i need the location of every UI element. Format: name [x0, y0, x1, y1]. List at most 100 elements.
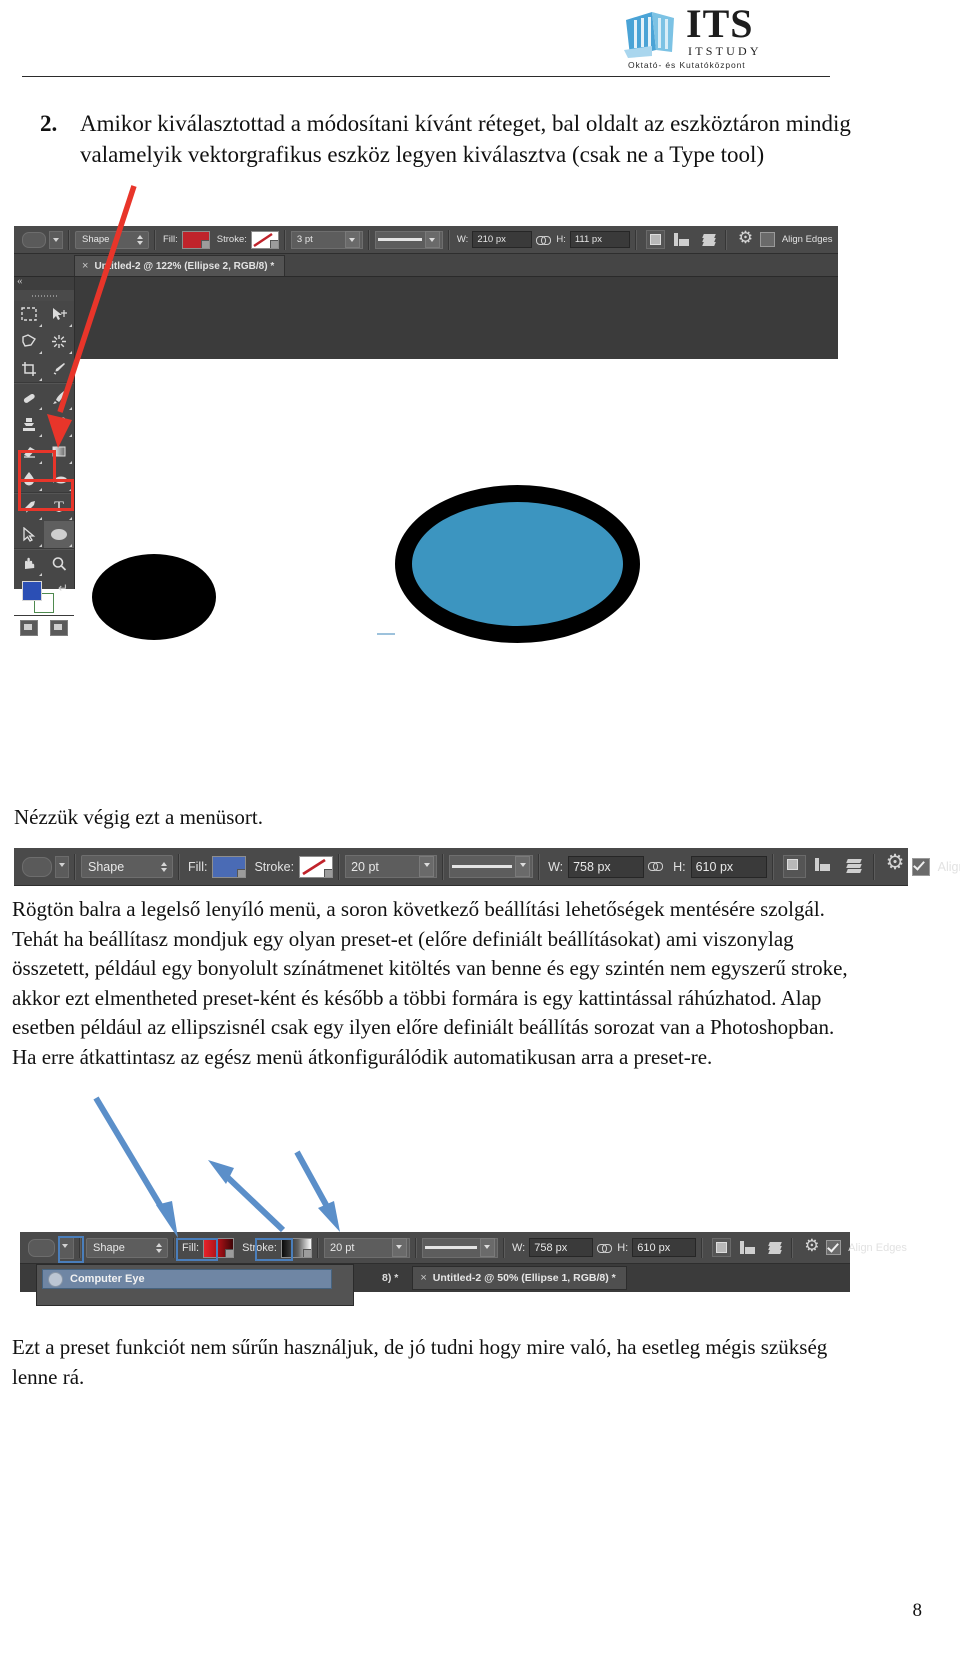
magnifier-icon: [52, 557, 67, 571]
ps2-separator: [872, 853, 875, 880]
ps3-path-operations-icon[interactable]: [712, 1238, 732, 1257]
ps1-path-operations-icon[interactable]: [645, 230, 665, 249]
ps1-link-icon[interactable]: [536, 234, 552, 246]
ps3-preset-item-label: Computer Eye: [70, 1273, 145, 1285]
ps1-tool-history-brush-tool[interactable]: [44, 411, 74, 438]
ps3-preset-list-item[interactable]: Computer Eye: [42, 1269, 332, 1289]
ps1-stroke-style[interactable]: [374, 230, 443, 249]
ps1-tool-zoom-tool[interactable]: [44, 550, 74, 577]
ps3-width-input[interactable]: 758 px: [529, 1238, 594, 1257]
ps2-stroke-swatch[interactable]: [299, 855, 334, 878]
ps1-palette-drag-handle[interactable]: [14, 290, 74, 301]
ps3-stroke-width-chevron-icon[interactable]: [391, 1238, 407, 1257]
ps1-separator: [447, 229, 450, 250]
ps1-stroke-style-chevron-icon[interactable]: [424, 231, 440, 248]
ps1-tool-marquee-tool[interactable]: [14, 301, 44, 328]
ps1-tool-healing-brush-tool[interactable]: [14, 384, 44, 411]
ps1-screen-mode-icon[interactable]: [50, 620, 68, 636]
ps2-separator: [442, 853, 445, 880]
ps3-height-input[interactable]: 610 px: [632, 1238, 697, 1257]
ps1-tool-magic-wand-tool[interactable]: [44, 328, 74, 355]
ps2-stroke-style-chevron-icon[interactable]: [515, 856, 531, 877]
ps2-fill-swatch[interactable]: [212, 855, 247, 878]
ps2-align-edges-checkbox[interactable]: [911, 857, 930, 876]
ps1-palette-collapse-icon[interactable]: [14, 275, 74, 290]
ps3-gear-icon[interactable]: [804, 1237, 820, 1256]
intro-list-item: 2. Amikor kiválasztottad a módosítani kí…: [34, 108, 874, 170]
ps1-tool-eyedropper-tool[interactable]: [44, 355, 74, 382]
ps1-stroke-width[interactable]: 3 pt: [290, 230, 363, 249]
ps2-width-input[interactable]: 758 px: [568, 855, 645, 878]
ps3-stroke-style-chevron-icon[interactable]: [479, 1238, 495, 1257]
ps1-tool-clone-stamp-tool[interactable]: [14, 411, 44, 438]
logo-book-icon: [624, 12, 674, 58]
ps1-tool-palette: T ↵: [14, 275, 75, 636]
ps3-document-tab[interactable]: × Untitled-2 @ 50% (Ellipse 1, RGB/8) *: [412, 1266, 627, 1290]
ps3-path-arrangement-icon[interactable]: [764, 1240, 783, 1256]
clone-stamp-icon: [23, 418, 35, 431]
ps2-link-icon[interactable]: [648, 860, 666, 874]
ps2-gear-icon[interactable]: [886, 854, 906, 877]
ps3-path-alignment-icon[interactable]: [739, 1240, 756, 1256]
ps2-tool-preset-picker[interactable]: [22, 856, 52, 877]
ps3-stroke-style[interactable]: [421, 1237, 498, 1258]
ps3-separator: [502, 1237, 505, 1258]
photoshop-screenshot-1: Shape Fill: Stroke: 3 pt W: 210 px H: 11…: [14, 226, 838, 643]
ps1-gear-icon[interactable]: [738, 229, 754, 248]
ps3-separator: [173, 1237, 175, 1258]
ps1-tab-close-icon[interactable]: ×: [82, 260, 88, 272]
ps1-tool-hand-tool[interactable]: [14, 550, 44, 577]
ps1-fill-swatch[interactable]: [181, 230, 210, 249]
ps1-tool-preset-chevron-icon[interactable]: [49, 230, 63, 249]
ps3-tab-close-icon[interactable]: ×: [420, 1272, 426, 1284]
ps3-tool-preset-picker[interactable]: [28, 1238, 55, 1257]
intro-list-number: 2.: [40, 111, 58, 136]
ps3-link-icon[interactable]: [597, 1242, 613, 1254]
ps3-mode-select[interactable]: Shape: [86, 1237, 168, 1258]
ps1-tool-lasso-tool[interactable]: [14, 328, 44, 355]
ps1-tool-ellipse-tool[interactable]: [44, 521, 74, 548]
ps1-tool-crop-tool[interactable]: [14, 355, 44, 382]
ps2-mode-select[interactable]: Shape: [81, 855, 173, 878]
ps3-preset-dropdown-panel: Computer Eye: [36, 1264, 354, 1306]
ellipse-preset-icon: [48, 1271, 63, 1287]
itstudy-logo: ITS ITSTUDY Oktató- és Kutatóközpont: [622, 2, 852, 70]
ps2-stroke-width-chevron-icon[interactable]: [419, 856, 435, 877]
ps1-width-input[interactable]: 210 px: [472, 231, 533, 248]
ps1-swap-colors-icon[interactable]: ↵: [58, 581, 68, 596]
ps1-stroke-width-chevron-icon[interactable]: [344, 231, 360, 248]
ps3-mode-select-label: Shape: [93, 1241, 125, 1254]
ps1-tool-path-selection-tool[interactable]: [14, 521, 44, 548]
ps1-mode-select[interactable]: Shape: [75, 230, 149, 249]
ps1-height-input[interactable]: 111 px: [569, 231, 630, 248]
ps2-tool-preset-chevron-icon[interactable]: [55, 855, 69, 878]
brush-icon: [53, 391, 65, 404]
ps2-stroke-width[interactable]: 20 pt: [345, 855, 438, 878]
ps1-document-tab[interactable]: × Untitled-2 @ 122% (Ellipse 2, RGB/8) *: [74, 255, 286, 276]
ps2-height-input[interactable]: 610 px: [690, 855, 767, 878]
ps1-path-alignment-icon[interactable]: [673, 232, 690, 248]
ps3-align-edges-checkbox[interactable]: [826, 1240, 842, 1255]
ps1-tool-move-tool[interactable]: [44, 301, 74, 328]
ps1-quick-mask-icon[interactable]: [20, 620, 38, 636]
ps1-tool-preset-picker[interactable]: [22, 231, 46, 248]
ps2-separator: [771, 853, 774, 880]
logo-itstudy-text: ITSTUDY: [688, 44, 762, 58]
ps3-fill-swatch-highlight: [176, 1238, 218, 1261]
footer-paragraph: Ezt a preset funkciót nem sűrűn használj…: [12, 1335, 828, 1389]
ps2-stroke-width-value: 20 pt: [351, 859, 379, 874]
ps3-stroke-width[interactable]: 20 pt: [323, 1237, 410, 1258]
ps2-stroke-style[interactable]: [449, 855, 534, 878]
ps2-separator: [178, 853, 180, 880]
ps1-align-edges-checkbox[interactable]: [759, 232, 775, 247]
ps3-separator: [701, 1237, 704, 1258]
ps1-foreground-color-swatch[interactable]: [22, 581, 42, 601]
intro-list-text: Amikor kiválasztottad a módosítani kíván…: [80, 111, 851, 167]
ps2-path-arrangement-icon[interactable]: [842, 857, 864, 876]
ps2-path-operations-icon[interactable]: [782, 855, 806, 878]
ps1-stroke-swatch[interactable]: [250, 230, 279, 249]
ps1-path-arrangement-icon[interactable]: [698, 232, 716, 248]
ps1-tool-brush-tool[interactable]: [44, 384, 74, 411]
ps1-separator: [724, 229, 727, 250]
ps2-path-alignment-icon[interactable]: [814, 857, 834, 876]
